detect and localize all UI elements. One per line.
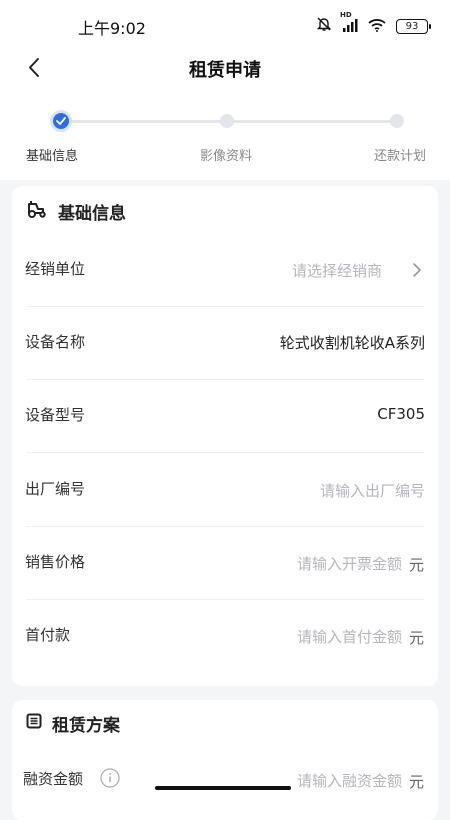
down-payment-input[interactable]: 请输入首付金额 [297,626,402,647]
basic-info-header: 基础信息 [26,198,126,224]
serial-number-input[interactable]: 请输入出厂编号 [320,480,425,501]
dealer-row[interactable]: 经销单位 请选择经销商 [12,234,438,307]
serial-number-row: 出厂编号 请输入出厂编号 [12,454,438,527]
finance-amount-unit: 元 [408,773,424,791]
page-title: 租赁申请 [189,60,261,81]
status-time: 上午9:02 [78,19,146,38]
down-payment-unit: 元 [408,629,424,647]
tractor-icon [26,200,48,222]
basic-info-card: 基础信息 经销单位 请选择经销商 设备名称 轮式收割机轮收A系列 设备型号 CF… [12,186,438,686]
finance-amount-input[interactable]: 请输入融资金额 [297,770,402,791]
finance-amount-label: 融资金额 [23,770,84,788]
device-model-value: CF305 [377,405,425,423]
dealer-select[interactable]: 请选择经销商 [292,260,382,281]
finance-amount-row: 融资金额 请输入融资金额 元 [12,744,438,817]
sale-price-row: 销售价格 请输入开票金额 元 [12,527,438,600]
step-1-label: 基础信息 [26,149,79,164]
network-type-label: HD [340,10,352,19]
sale-price-label: 销售价格 [25,553,86,571]
progress-stepper: 基础信息 影像资料 还款计划 [0,105,450,165]
home-indicator[interactable] [155,786,291,790]
signal-icon: HD [340,11,358,36]
divider [26,452,424,453]
down-payment-label: 首付款 [25,626,71,644]
nav-bar: 租赁申请 [0,48,450,88]
device-model-row: 设备型号 CF305 [12,380,438,453]
wifi-icon [368,17,386,36]
down-payment-row: 首付款 请输入首付金额 元 [12,600,438,673]
mute-bell-icon [316,16,332,36]
chevron-right-icon[interactable] [412,262,422,282]
device-name-label: 设备名称 [25,333,86,351]
step-3-dot [390,114,404,128]
sale-price-unit: 元 [408,556,424,574]
sale-price-input[interactable]: 请输入开票金额 [297,553,402,574]
device-name-row: 设备名称 轮式收割机轮收A系列 [12,307,438,380]
device-name-value: 轮式收割机轮收A系列 [279,334,425,352]
lease-plan-header: 租赁方案 [26,710,120,736]
battery-icon: 93 [396,18,431,34]
device-model-label: 设备型号 [25,406,86,424]
document-icon [26,713,42,733]
step-1-check-icon [53,113,69,129]
serial-number-label: 出厂编号 [25,480,86,498]
lease-plan-title: 租赁方案 [52,715,120,736]
lease-plan-card: 租赁方案 融资金额 请输入融资金额 元 [12,700,438,820]
dealer-label: 经销单位 [25,260,86,278]
status-icons: HD 93 [316,11,431,36]
info-icon[interactable] [100,768,120,792]
status-bar: 上午9:02 HD 93 [0,0,450,48]
step-3-label: 还款计划 [374,149,427,164]
basic-info-title: 基础信息 [58,203,126,224]
step-2-label: 影像资料 [200,149,253,164]
step-2-dot [220,114,234,128]
